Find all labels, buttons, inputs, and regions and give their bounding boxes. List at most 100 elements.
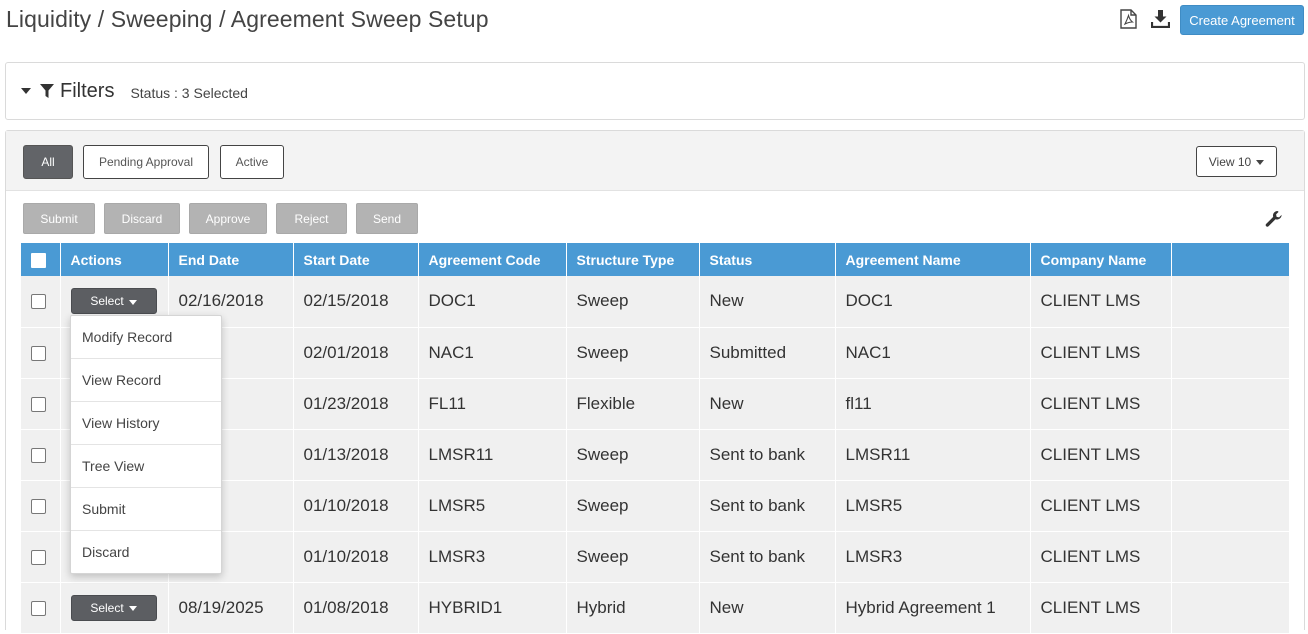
table-cell-code: DOC1 — [418, 276, 567, 328]
table-cell-name: Hybrid Agreement 1 — [835, 582, 1031, 634]
column-header[interactable]: Agreement Name — [835, 243, 1031, 276]
table-cell-code: HYBRID1 — [418, 582, 567, 634]
table-cell-start-date: 02/01/2018 — [293, 327, 419, 379]
row-select-label: Select — [90, 294, 124, 309]
column-header[interactable]: Status — [699, 243, 836, 276]
column-header[interactable]: End Date — [168, 243, 294, 276]
table-cell-code: LMSR11 — [418, 429, 567, 481]
column-header[interactable]: Start Date — [293, 243, 419, 276]
table-cell-company: CLIENT LMS — [1030, 276, 1172, 328]
table-cell-spacer — [1171, 276, 1290, 328]
row-checkbox[interactable] — [31, 345, 46, 361]
table-cell-company: CLIENT LMS — [1030, 378, 1172, 430]
tab-active[interactable]: Active — [220, 145, 284, 179]
table-cell-name: NAC1 — [835, 327, 1031, 379]
row-select-label: Select — [90, 600, 124, 615]
table-cell-start-date: 02/15/2018 — [293, 276, 419, 328]
select-all-cell — [21, 243, 61, 276]
wrench-icon[interactable] — [1265, 210, 1283, 228]
menu-item-view-history[interactable]: View History — [71, 402, 221, 445]
table-cell-name: fl11 — [835, 378, 1031, 430]
filters-title[interactable]: Filters — [60, 80, 114, 103]
row-checkbox[interactable] — [31, 549, 46, 565]
table-cell-code: NAC1 — [418, 327, 567, 379]
table-cell-status: Sent to bank — [699, 531, 836, 583]
row-checkbox-cell — [21, 276, 61, 328]
reject-button[interactable]: Reject — [276, 203, 347, 234]
view-count-dropdown[interactable]: View 10 — [1196, 146, 1277, 177]
table-row[interactable]: Select 08/19/2025 01/08/2018 HYBRID1 Hybrid N… — [21, 582, 1290, 634]
table-cell-end-date: 08/19/2025 — [168, 582, 294, 634]
download-icon[interactable] — [1150, 8, 1170, 30]
table-cell-code: LMSR5 — [418, 480, 567, 532]
table-cell-name: LMSR5 — [835, 480, 1031, 532]
menu-item-discard[interactable]: Discard — [71, 531, 221, 574]
row-checkbox[interactable] — [31, 294, 46, 310]
create-agreement-button[interactable]: Create Agreement — [1180, 5, 1304, 35]
filters-panel: Filters Status : 3 Selected — [5, 62, 1305, 120]
row-checkbox-cell — [21, 480, 61, 532]
menu-item-view-record[interactable]: View Record — [71, 359, 221, 402]
send-button[interactable]: Send — [356, 203, 418, 234]
table-cell-structure: Hybrid — [566, 582, 700, 634]
tab-pending-approval[interactable]: Pending Approval — [83, 145, 209, 179]
table-cell-spacer — [1171, 582, 1290, 634]
page-title: Liquidity / Sweeping / Agreement Sweep S… — [6, 6, 489, 32]
column-header[interactable]: Structure Type — [566, 243, 700, 276]
row-select-button[interactable]: Select — [70, 594, 157, 621]
pdf-icon[interactable] — [1118, 8, 1138, 30]
row-checkbox[interactable] — [31, 396, 46, 412]
chevron-down-icon — [128, 605, 137, 611]
approve-button[interactable]: Approve — [189, 203, 267, 234]
status-tabs-bar: All Pending Approval Active View 10 — [6, 131, 1304, 191]
column-header-spacer — [1171, 243, 1290, 276]
row-checkbox[interactable] — [31, 447, 46, 463]
table-cell-start-date: 01/13/2018 — [293, 429, 419, 481]
table-cell-structure: Sweep — [566, 480, 700, 532]
actions-cell: Select — [60, 582, 169, 634]
row-checkbox[interactable] — [31, 498, 46, 514]
tab-all[interactable]: All — [23, 145, 73, 179]
table-cell-structure: Sweep — [566, 429, 700, 481]
table-cell-status: Submitted — [699, 327, 836, 379]
row-checkbox-cell — [21, 378, 61, 430]
table-cell-start-date: 01/10/2018 — [293, 531, 419, 583]
chevron-down-icon — [1256, 159, 1265, 165]
table-cell-spacer — [1171, 429, 1290, 481]
row-select-button[interactable]: Select — [70, 288, 157, 315]
row-checkbox[interactable] — [31, 600, 46, 616]
column-header[interactable]: Actions — [60, 243, 169, 276]
table-cell-company: CLIENT LMS — [1030, 480, 1172, 532]
table-cell-structure: Sweep — [566, 276, 700, 328]
table-cell-company: CLIENT LMS — [1030, 327, 1172, 379]
table-cell-structure: Sweep — [566, 327, 700, 379]
menu-item-modify-record[interactable]: Modify Record — [71, 316, 221, 359]
row-checkbox-cell — [21, 327, 61, 379]
table-cell-start-date: 01/08/2018 — [293, 582, 419, 634]
table-cell-code: FL11 — [418, 378, 567, 430]
row-checkbox-cell — [21, 531, 61, 583]
row-checkbox-cell — [21, 429, 61, 481]
table-cell-status: Sent to bank — [699, 480, 836, 532]
select-all-checkbox[interactable] — [31, 252, 46, 268]
table-cell-start-date: 01/10/2018 — [293, 480, 419, 532]
column-header[interactable]: Agreement Code — [418, 243, 567, 276]
table-cell-status: Sent to bank — [699, 429, 836, 481]
filters-status: Status : 3 Selected — [130, 84, 248, 101]
table-cell-spacer — [1171, 378, 1290, 430]
submit-button[interactable]: Submit — [23, 203, 95, 234]
table-cell-spacer — [1171, 480, 1290, 532]
filter-icon — [40, 83, 54, 98]
table-cell-code: LMSR3 — [418, 531, 567, 583]
menu-item-tree-view[interactable]: Tree View — [71, 445, 221, 488]
header-toolbar — [1118, 8, 1170, 30]
table-cell-spacer — [1171, 531, 1290, 583]
discard-button[interactable]: Discard — [104, 203, 180, 234]
column-header[interactable]: Company Name — [1030, 243, 1172, 276]
menu-item-submit[interactable]: Submit — [71, 488, 221, 531]
collapse-caret-icon[interactable] — [21, 88, 31, 94]
actions-dropdown-menu: Modify Record View Record View History T… — [70, 315, 222, 574]
table-cell-structure: Sweep — [566, 531, 700, 583]
table-cell-status: New — [699, 582, 836, 634]
table-cell-status: New — [699, 378, 836, 430]
